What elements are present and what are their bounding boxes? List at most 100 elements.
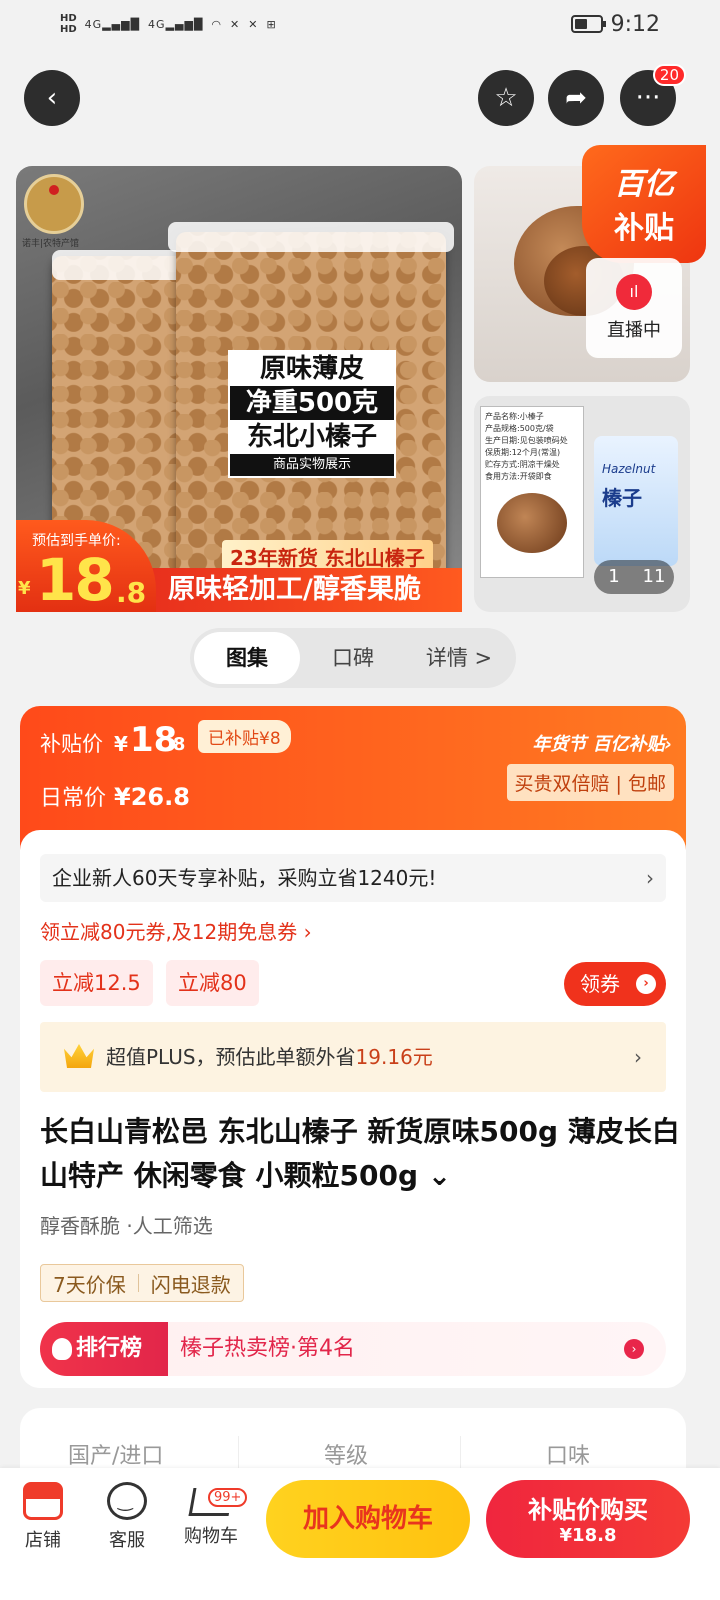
attribute-grade: 等级 xyxy=(324,1444,369,1469)
live-label: 直播中 xyxy=(607,320,661,341)
ranking-bar[interactable]: 排行榜 榛子热卖榜·第4名 › xyxy=(40,1322,666,1376)
tab-details[interactable]: 详情 > xyxy=(406,632,512,684)
chevron-right-icon: › xyxy=(634,1045,642,1069)
image-counter: 1 11 xyxy=(594,560,674,594)
subsidy-badge: 百亿 补贴 xyxy=(582,145,706,263)
star-icon: ☆ xyxy=(494,83,518,113)
spec-line: 贮存方式:阴凉干燥处 xyxy=(485,460,560,469)
offers-section: 企业新人60天专享补贴，采购立省1240元! › 领立减80元券,及12期免息券… xyxy=(20,830,686,1388)
notification-badge: 20 xyxy=(652,64,686,86)
label-sub: 商品实物展示 xyxy=(272,457,351,472)
ranking-text: 榛子热卖榜·第4名 xyxy=(180,1336,355,1361)
service-label: 客服 xyxy=(109,1530,145,1551)
share-button[interactable]: ➦ xyxy=(548,70,604,126)
signal-icon: 4G▂▄▆█ xyxy=(148,17,204,31)
subsidy-line2: 补贴 xyxy=(614,211,674,246)
product-label: 原味薄皮 净重500克 东北小榛子 商品实物展示 xyxy=(228,350,396,478)
battery-icon xyxy=(570,15,606,33)
shop-icon xyxy=(23,1482,63,1520)
subsidy-line1: 百亿 xyxy=(614,167,674,202)
buy-button[interactable]: 补贴价购买 ¥18.8 xyxy=(486,1480,690,1558)
guarantee-badge: 买贵双倍赔 | 包邮 xyxy=(506,764,674,801)
bottom-action-bar: 店铺 客服 购物车 99+ 加入购物车 补贴价购买 ¥18.8 xyxy=(0,1468,720,1600)
attribute-origin: 国产/进口 xyxy=(68,1444,164,1469)
gallery-segment-control: 图集 口碑 详情 > xyxy=(190,628,516,688)
spec-line: 生产日期:见包装喷码处 xyxy=(485,436,568,445)
ranking-label: 排行榜 xyxy=(40,1322,168,1376)
medal-icon xyxy=(52,1338,72,1360)
product-title[interactable]: 长白山青松邑 东北山榛子 新货原味500g 薄皮长白山特产 休闲零食 小颗粒50… xyxy=(40,1110,680,1198)
get-coupon-button[interactable]: 领券 › xyxy=(564,962,666,1006)
daily-price-value: ¥26.8 xyxy=(114,783,190,811)
label-line: 东北小榛子 xyxy=(230,420,394,454)
bag-seal xyxy=(168,222,454,252)
favorite-button[interactable]: ☆ xyxy=(478,70,534,126)
new-customer-bar[interactable]: 企业新人60天专享补贴，采购立省1240元! › xyxy=(40,854,666,902)
service-tags[interactable]: 7天价保 闪电退款 xyxy=(40,1264,244,1302)
saved-pill: 已补贴¥8 xyxy=(198,720,291,753)
tab-gallery[interactable]: 图集 xyxy=(194,632,300,684)
discount-chip[interactable]: 立减80 xyxy=(166,960,259,1006)
hazelnut-image xyxy=(497,493,567,553)
product-features: 醇香酥脆 ·人工筛选 xyxy=(40,1214,213,1238)
wifi-icon: ◠ xyxy=(211,17,223,31)
shop-button[interactable]: 店铺 xyxy=(8,1482,78,1552)
discount-chip[interactable]: 立减12.5 xyxy=(40,960,153,1006)
attribute-flavor: 口味 xyxy=(546,1444,591,1469)
estimated-price-int: 18 xyxy=(36,546,115,614)
package-small-text: Hazelnut xyxy=(602,462,656,476)
back-button[interactable]: ‹ xyxy=(24,70,80,126)
hd-icon: HD HD xyxy=(60,13,77,35)
service-tag: 闪电退款 xyxy=(150,1272,231,1297)
crown-icon xyxy=(64,1044,94,1068)
ranking-label-text: 排行榜 xyxy=(76,1336,143,1361)
currency-symbol: ¥ xyxy=(114,732,128,756)
more-button[interactable]: ··· 20 xyxy=(620,64,686,126)
chevron-right-icon: › xyxy=(624,1339,644,1359)
missed-call-icon: ✕ xyxy=(248,17,259,31)
daily-price: 日常价 ¥26.8 xyxy=(40,780,190,812)
plus-bar[interactable]: 超值PLUS，预估此单额外省19.16元 › xyxy=(40,1022,666,1092)
tab-reviews[interactable]: 口碑 xyxy=(300,632,406,684)
missed-call-icon: ✕ xyxy=(230,17,241,31)
buy-price: ¥18.8 xyxy=(559,1525,617,1546)
cart-badge: 99+ xyxy=(208,1488,248,1507)
image-counter-current: 1 xyxy=(608,566,620,587)
chevron-right-icon: › xyxy=(636,974,656,994)
status-bar: HD HD 4G▂▄▆█ 4G▂▄▆█ ◠ ✕ ✕ ⊞ 9:12 xyxy=(0,0,720,48)
share-icon: ➦ xyxy=(565,83,587,113)
buy-label: 补贴价购买 xyxy=(528,1496,648,1524)
plus-text: 超值PLUS，预估此单额外省 xyxy=(106,1045,356,1069)
shop-label: 店铺 xyxy=(25,1530,61,1551)
chevron-left-icon: ‹ xyxy=(46,83,58,113)
add-to-cart-button[interactable]: 加入购物车 xyxy=(266,1480,470,1558)
signal-icon: 4G▂▄▆█ xyxy=(84,17,141,31)
live-icon: ıl xyxy=(616,274,652,310)
clock: 9:12 xyxy=(610,11,660,37)
brand-logo-text: 诺丰|农特产馆 xyxy=(22,239,80,249)
coupon-link[interactable]: 领立减80元券,及12期免息券 › xyxy=(40,916,312,945)
subsidy-price-label: 补贴价 xyxy=(40,732,103,756)
package-image: Hazelnut 榛子 xyxy=(594,436,678,566)
get-coupon-label: 领券 xyxy=(580,972,620,996)
gift-icon: ⊞ xyxy=(266,17,277,31)
brand-logo-icon xyxy=(24,174,84,234)
subsidy-price-dec: .8 xyxy=(166,734,186,755)
smiley-icon xyxy=(107,1482,147,1520)
spec-line: 产品名称:小榛子 xyxy=(485,412,544,421)
live-button[interactable]: ıl 直播中 xyxy=(586,258,682,358)
spec-line: 保质期:12个月(常温) xyxy=(485,448,561,457)
plus-amount: 19.16元 xyxy=(355,1045,433,1069)
package-big-text: 榛子 xyxy=(602,486,642,510)
estimated-price-dec: .8 xyxy=(116,576,147,609)
more-icon: ··· xyxy=(635,83,661,113)
brand-tag[interactable]: 年货节 百亿补贴› xyxy=(532,730,672,756)
currency-symbol: ¥ xyxy=(18,578,31,599)
chevron-right-icon: › xyxy=(646,866,654,890)
network-indicators: HD HD 4G▂▄▆█ 4G▂▄▆█ ◠ ✕ ✕ ⊞ xyxy=(60,13,277,35)
spec-card: 产品名称:小榛子 产品规格:500克/袋 生产日期:见包装喷码处 保质期:12个… xyxy=(480,406,584,578)
new-customer-text: 企业新人60天专享补贴，采购立省1240元! xyxy=(52,866,437,890)
customer-service-button[interactable]: 客服 xyxy=(92,1482,162,1552)
label-line: 净重500克 xyxy=(245,388,379,418)
spec-line: 产品规格:500克/袋 xyxy=(485,424,554,433)
